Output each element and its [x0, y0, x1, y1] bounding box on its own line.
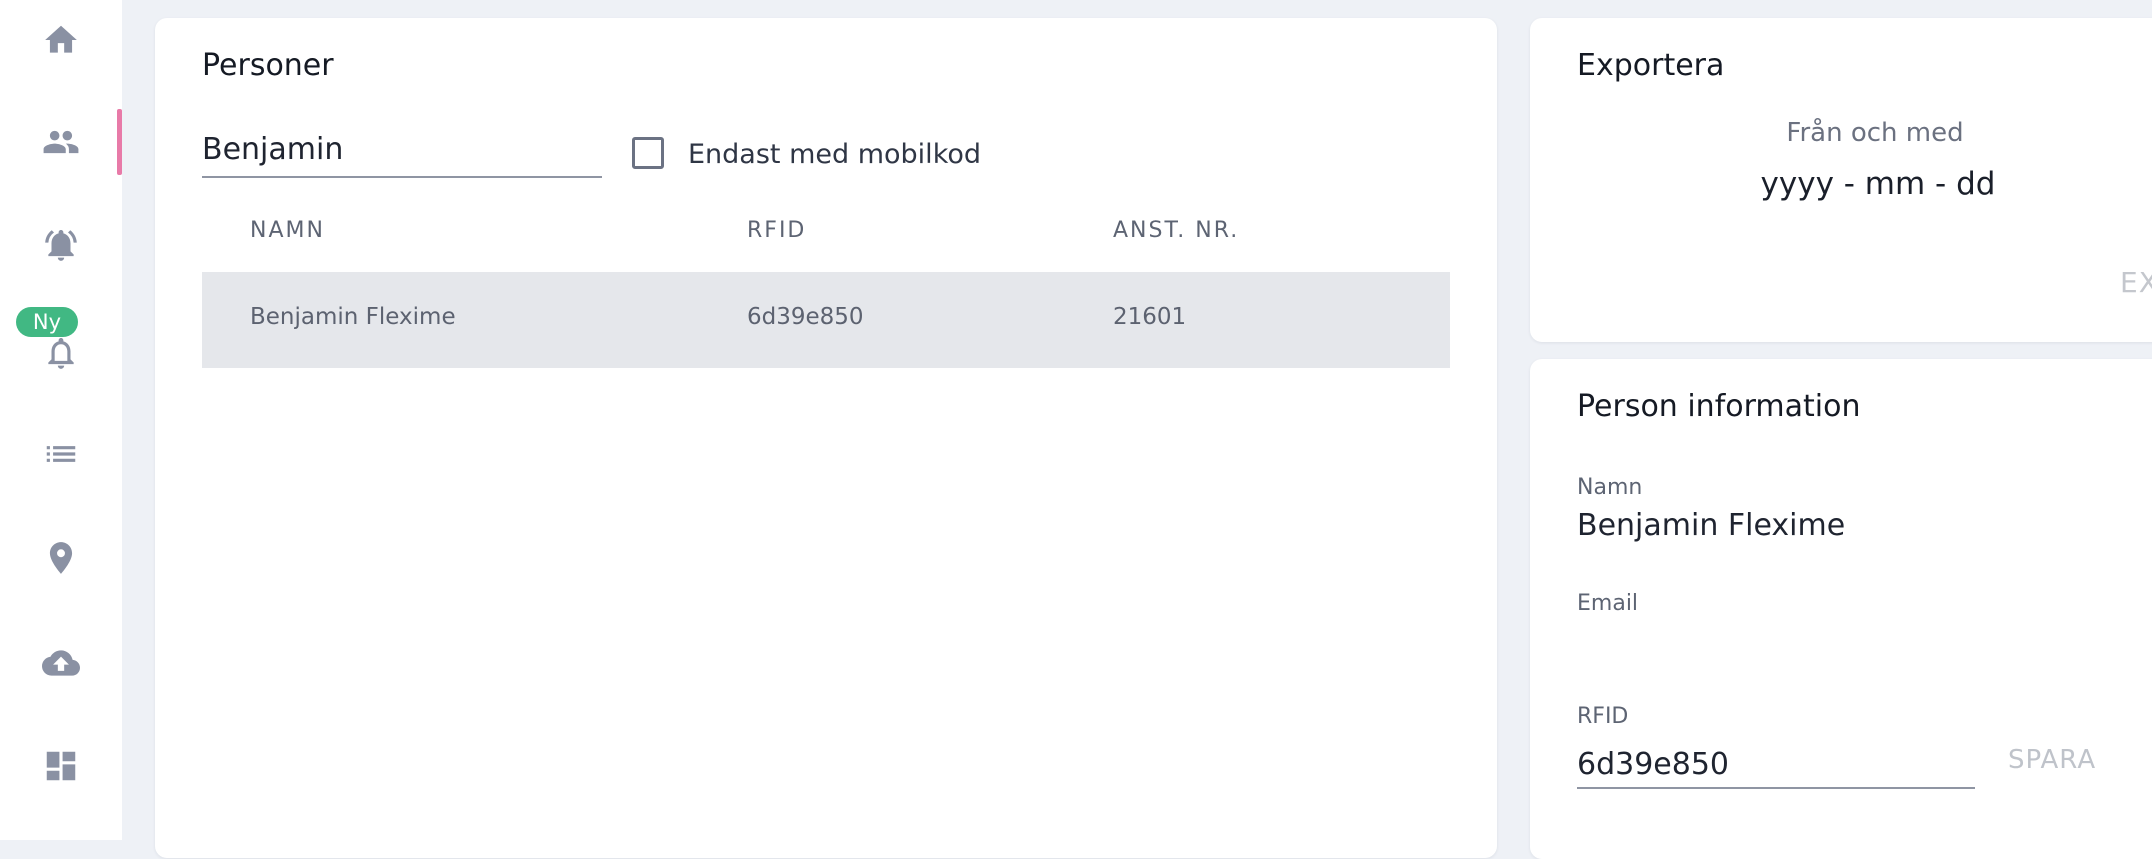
people-icon [43, 130, 79, 154]
sidebar: Ny [0, 0, 122, 840]
personer-card: Personer Endast med mobilkod NAMN RFID A… [155, 18, 1497, 858]
exportera-title: Exportera [1577, 48, 1725, 83]
list-icon [46, 446, 76, 462]
cell-employee-number: 21601 [1113, 304, 1187, 330]
exportera-card: Exportera Från och med yyyy - mm - dd EX [1530, 18, 2152, 342]
column-header-name[interactable]: NAMN [250, 218, 325, 243]
nav-home[interactable] [0, 0, 122, 80]
cloud-upload-icon [42, 650, 80, 676]
mobile-code-checkbox-label: Endast med mobilkod [688, 139, 982, 170]
active-indicator [117, 109, 122, 175]
cell-rfid: 6d39e850 [747, 304, 864, 330]
column-header-employee-number[interactable]: ANST. NR. [1113, 218, 1239, 243]
name-value: Benjamin Flexime [1577, 508, 1846, 543]
from-date-label: Från och med [1786, 118, 1964, 148]
dashboard-icon [46, 751, 76, 781]
save-button[interactable]: SPARA [2008, 745, 2096, 775]
nav-people[interactable] [0, 102, 122, 182]
mobile-code-checkbox[interactable] [632, 137, 664, 169]
home-icon [45, 25, 77, 53]
bell-icon [48, 337, 74, 369]
nav-dashboard[interactable] [0, 726, 122, 806]
alarm-bell-icon [45, 229, 77, 261]
rfid-input[interactable] [1577, 741, 1975, 789]
nav-upload[interactable] [0, 623, 122, 703]
new-badge: Ny [16, 307, 78, 337]
nav-list[interactable] [0, 414, 122, 494]
from-date-input[interactable]: yyyy - mm - dd [1530, 166, 2152, 202]
location-pin-icon [49, 542, 73, 574]
email-label: Email [1577, 591, 1639, 616]
nav-alarms[interactable] [0, 205, 122, 285]
column-header-rfid[interactable]: RFID [747, 218, 806, 243]
export-button[interactable]: EX [2120, 266, 2152, 299]
person-info-title: Person information [1577, 389, 1861, 424]
search-input[interactable] [202, 122, 602, 178]
table-row[interactable]: Benjamin Flexime 6d39e850 21601 [202, 272, 1450, 368]
cell-name: Benjamin Flexime [250, 304, 456, 330]
person-info-card: Person information Namn Benjamin Flexime… [1530, 359, 2152, 859]
nav-locations[interactable] [0, 518, 122, 598]
personer-title: Personer [202, 48, 334, 83]
rfid-label: RFID [1577, 704, 1629, 729]
name-label: Namn [1577, 475, 1643, 500]
